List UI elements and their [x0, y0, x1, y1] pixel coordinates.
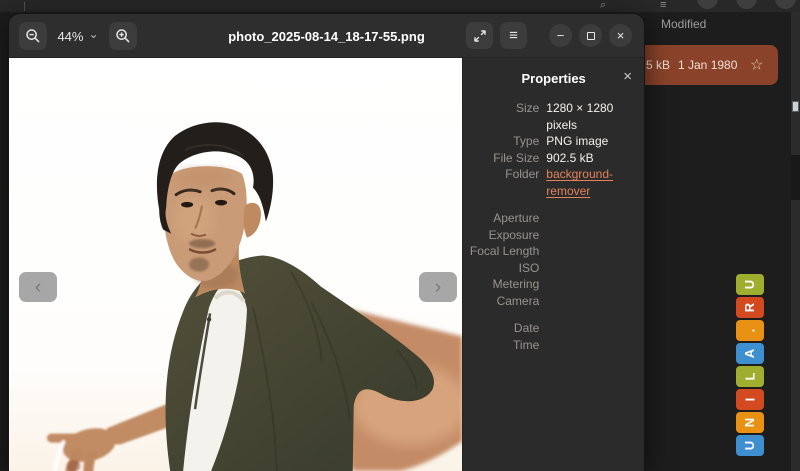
property-row: Focal Length [463, 243, 644, 260]
chevron-left-icon: ‹ [35, 278, 41, 297]
property-row: Date [463, 320, 644, 337]
nav-next-button[interactable]: › [419, 272, 457, 302]
file-size-cell: 5 kB [646, 58, 670, 72]
column-header-modified[interactable]: Modified [661, 17, 706, 31]
tab-divider [24, 2, 25, 11]
watermark-block: L [736, 366, 764, 387]
watermark-block: . [736, 320, 764, 341]
minimize-icon: − [557, 29, 565, 42]
zoom-level-dropdown[interactable]: 44% ⌄ [47, 22, 109, 50]
property-value [546, 320, 641, 337]
search-icon: ⌕ [600, 0, 606, 10]
watermark-letter: R [742, 303, 757, 312]
watermark-letter: U [742, 280, 757, 289]
minimize-button[interactable]: − [549, 24, 572, 47]
property-label: Date [463, 320, 539, 337]
property-row: Type PNG image [463, 133, 644, 150]
zoom-out-button[interactable] [19, 22, 47, 50]
hamburger-icon: ≡ [509, 28, 518, 43]
magnifier-plus-icon [115, 28, 131, 44]
property-row: Aperture [463, 210, 644, 227]
close-button[interactable]: × [609, 24, 632, 47]
scrollbar-track[interactable] [791, 12, 800, 471]
property-value [546, 293, 641, 310]
watermark-letter: N [742, 418, 757, 427]
zoom-in-button[interactable] [109, 22, 137, 50]
properties-title: Properties [521, 71, 585, 86]
file-modified-cell: 1 Jan 1980 [678, 58, 737, 72]
watermark-letter: A [742, 349, 757, 358]
watermark-letter: . [743, 329, 758, 333]
property-value [546, 276, 641, 293]
property-label: ISO [463, 260, 539, 277]
watermark-block: A [736, 343, 764, 364]
property-row: ISO [463, 260, 644, 277]
property-row: File Size 902.5 kB [463, 150, 644, 167]
property-value [546, 227, 641, 244]
file-row-selected[interactable]: 5 kB 1 Jan 1980 ☆ [630, 45, 778, 85]
star-icon[interactable]: ☆ [750, 58, 763, 73]
property-value: 902.5 kB [546, 150, 641, 167]
property-row: Folder background-remover [463, 166, 644, 199]
property-value [546, 260, 641, 277]
watermark-block: N [736, 412, 764, 433]
scrollbar-gap [791, 155, 800, 200]
properties-close-button[interactable]: × [623, 68, 632, 86]
viewer-titlebar[interactable]: 44% ⌄ photo_2025-08-14_18-17-55.png [9, 14, 644, 58]
property-label: Size [463, 100, 539, 133]
chevron-right-icon: › [435, 278, 441, 297]
property-row: Camera [463, 293, 644, 310]
background-window-topbar: ⌕ ≡ [0, 0, 800, 12]
property-label: Folder [463, 166, 539, 199]
watermark-letter: I [743, 398, 758, 402]
property-value [546, 210, 641, 227]
scrollbar-thumb[interactable] [792, 101, 799, 112]
window-controls: ≡ − × [466, 22, 632, 49]
watermark-letter: U [742, 441, 757, 450]
watermark-unila-ru: U R . A L I N U [736, 274, 764, 458]
watermark-block: R [736, 297, 764, 318]
photo-canvas[interactable]: ‹ › [9, 58, 462, 471]
property-label: Exposure [463, 227, 539, 244]
fullscreen-button[interactable] [466, 22, 493, 49]
property-value [546, 243, 641, 260]
watermark-block: I [736, 389, 764, 410]
property-row: Size 1280 × 1280 pixels [463, 100, 644, 133]
maximize-icon [587, 32, 595, 40]
watermark-letter: L [742, 373, 757, 381]
property-row: Time [463, 337, 644, 354]
zoom-level-value: 44% [57, 29, 83, 44]
list-icon: ≡ [660, 0, 666, 10]
close-icon: × [617, 29, 625, 42]
image-viewer-window: 44% ⌄ photo_2025-08-14_18-17-55.png [8, 13, 645, 471]
property-value: 1280 × 1280 pixels [546, 100, 641, 133]
nav-previous-button[interactable]: ‹ [19, 272, 57, 302]
fullscreen-icon [473, 29, 487, 43]
maximize-button[interactable] [579, 24, 602, 47]
property-value [546, 337, 641, 354]
property-label: Focal Length [463, 243, 539, 260]
folder-link[interactable]: background-remover [546, 166, 641, 199]
window-control-dot[interactable] [775, 0, 796, 9]
menu-button[interactable]: ≡ [500, 22, 527, 49]
property-label: Type [463, 133, 539, 150]
zoom-controls: 44% ⌄ [19, 22, 137, 50]
chevron-down-icon: ⌄ [88, 30, 98, 38]
desktop: ⌕ ≡ Modified 5 kB 1 Jan 1980 ☆ U R . A L… [0, 0, 800, 471]
photo-of-man [9, 58, 462, 471]
property-row: Exposure [463, 227, 644, 244]
property-row: Metering [463, 276, 644, 293]
window-control-dot[interactable] [736, 0, 757, 9]
property-label: Camera [463, 293, 539, 310]
property-label: File Size [463, 150, 539, 167]
property-label: Metering [463, 276, 539, 293]
watermark-block: U [736, 274, 764, 295]
magnifier-minus-icon [25, 28, 41, 44]
properties-panel: Properties × Size 1280 × 1280 pixels Typ… [462, 58, 644, 471]
window-control-dot[interactable] [697, 0, 718, 9]
watermark-block: U [736, 435, 764, 456]
property-label: Aperture [463, 210, 539, 227]
property-value: PNG image [546, 133, 641, 150]
property-label: Time [463, 337, 539, 354]
